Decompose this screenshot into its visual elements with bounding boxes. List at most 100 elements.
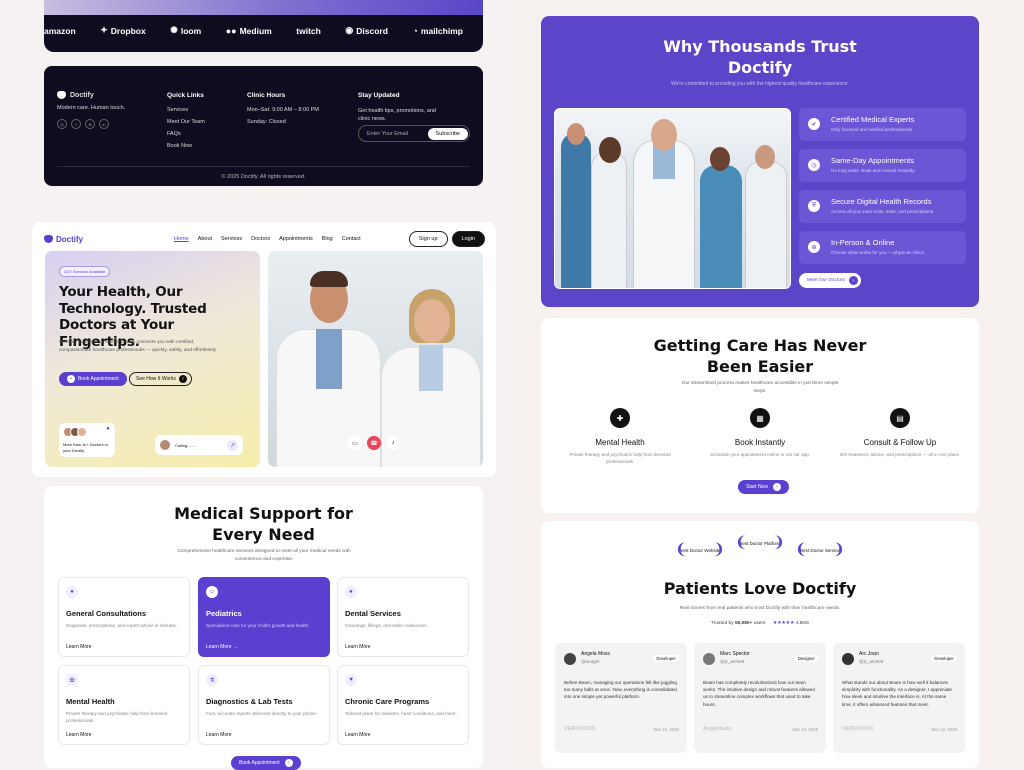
service-card-diagnostics[interactable]: ⚗ Diagnostics & Lab Tests Fast, accurate… (198, 665, 330, 745)
calling-card: Calling........ ↗ (155, 435, 243, 455)
user-icon: ● (66, 586, 78, 598)
arrow-right-icon: › (848, 276, 858, 285)
book-appointment-button[interactable]: ▪ Book Appointment (59, 372, 127, 386)
medical-support-subtitle: Comprehensive healthcare services design… (177, 549, 351, 562)
learn-more-link[interactable]: Learn More (206, 732, 232, 738)
shield-check-icon: ✔ (808, 118, 820, 130)
quick-links-title: Quick Links (167, 92, 204, 99)
caller-avatar (160, 440, 170, 450)
company-logo: Angelitude (703, 726, 732, 732)
learn-more-link[interactable]: Learn More (345, 732, 371, 738)
rating-value: 4.86/5 (795, 621, 809, 626)
twitch-logo: twitch (296, 25, 321, 36)
footer-link-services[interactable]: Services (167, 107, 205, 113)
subscribe-button[interactable]: Subscribe (427, 127, 468, 140)
role-badge: Designer (794, 655, 818, 662)
avatar (842, 653, 854, 665)
stay-updated-title: Stay Updated (358, 92, 400, 99)
learn-more-link[interactable]: Learn More (345, 644, 371, 650)
review-card: Marc Spector @jz_arche9 Designer Beam ha… (694, 643, 826, 753)
learn-more-link[interactable]: Learn More → (206, 644, 238, 650)
rating-stars-icon: ★★★★★ (772, 621, 795, 626)
medical-support-section: Medical Support for Every Need Comprehen… (44, 486, 483, 770)
gradient-band (44, 0, 483, 15)
getting-care-section: Getting Care Has Never Been Easier Our s… (541, 318, 979, 513)
nav-doctors[interactable]: Doctors (251, 236, 270, 242)
heart-pulse-icon: ♥ (345, 674, 357, 686)
brand-logo[interactable]: Doctify (44, 235, 83, 244)
video-camera-icon[interactable]: ▭ (348, 436, 362, 450)
footer-tagline: Modern care. Human touch. (57, 105, 126, 111)
how-it-works-button[interactable]: See How It Works › (129, 372, 192, 386)
globe-icon: ⊕ (808, 241, 820, 253)
clock-icon: ◷ (808, 159, 820, 171)
heart-logo-icon (57, 91, 66, 99)
service-card-general[interactable]: ● General Consultations Diagnosis, presc… (58, 577, 190, 657)
dropbox-logo: ✦ Dropbox (100, 25, 146, 36)
email-input[interactable]: Enter Your Email (367, 131, 408, 137)
footer-brand: Doctify (57, 91, 125, 99)
arrow-right-icon: › (772, 483, 781, 491)
trust-title: Why Thousands Trust Doctify (663, 37, 857, 77)
arrow-up-right-icon[interactable]: ↗ (227, 439, 238, 451)
service-card-pediatrics[interactable]: ☺ Pediatrics Specialized care for your c… (198, 577, 330, 657)
tooth-icon: ♠ (345, 586, 357, 598)
getting-care-subtitle: Our streamlined process makes healthcare… (681, 381, 839, 394)
clinic-hours-title: Clinic Hours (247, 92, 286, 99)
nav-about[interactable]: About (198, 236, 212, 242)
linkedin-icon[interactable]: in (99, 119, 109, 129)
feature-same-day: ◷ Same-Day Appointments No long waits. B… (799, 149, 966, 182)
learn-more-link[interactable]: Learn More (66, 732, 92, 738)
footer-link-faqs[interactable]: FAQs (167, 131, 205, 137)
feature-in-person-online: ⊕ In-Person & Online Choose what works f… (799, 231, 966, 264)
step-book-instantly: ▦ Book Instantly Schedule your appointme… (695, 408, 825, 458)
login-button[interactable]: Login (451, 231, 485, 247)
user-count: 58,980+ (734, 621, 753, 626)
footer-link-team[interactable]: Meet Our Team (167, 119, 205, 125)
hospital-icon: ✚ (610, 408, 630, 428)
hero-card: Doctify Home About Services Doctors Appo… (32, 222, 496, 477)
footer: Doctify Modern care. Human touch. ◎ f ⊕ … (44, 66, 483, 186)
male-doctor-figure (276, 267, 381, 467)
service-card-mental-health[interactable]: ✿ Mental Health Private therapy and psyc… (58, 665, 190, 745)
footer-link-book[interactable]: Book Now (167, 143, 205, 149)
end-call-icon[interactable]: ☎ (367, 436, 381, 450)
award-best-website: Best Doctor Website (675, 547, 725, 555)
trust-section: Why Thousands Trust Doctify We're commit… (541, 16, 979, 307)
dribbble-icon[interactable]: ⊕ (85, 119, 95, 129)
hero-left: 24/7 Services Availalbe Your Health, Our… (45, 251, 260, 467)
feature-secure-records: ⛨ Secure Digital Health Records Access a… (799, 190, 966, 223)
discord-logo: ◉ Discord (345, 25, 388, 36)
meet-our-doctors-button[interactable]: Meet Our Doctors › (799, 273, 861, 288)
signup-button[interactable]: Sign up (408, 231, 448, 247)
nav-contact[interactable]: Contact (342, 236, 361, 242)
hours-weekdays: Mon–Sat: 9:00 AM – 8:00 PM (247, 107, 319, 113)
medical-support-title: Medical Support for Every Need (174, 504, 353, 544)
stay-updated-text: Get health tips, promotions, and clinic … (358, 108, 436, 122)
email-subscribe-field[interactable]: Enter Your Email Subscribe (358, 125, 470, 142)
trusted-by-line: Trusted by 58,980+ users ★★★★★ 4.86/5 (711, 621, 809, 626)
copyright: © 2025 Doctify. All rights reserved. (221, 174, 306, 180)
nav-blog[interactable]: Blog (322, 236, 333, 242)
avatar (703, 653, 715, 665)
flask-icon: ⚗ (206, 674, 218, 686)
instagram-icon[interactable]: ◎ (57, 119, 67, 129)
nav-services[interactable]: Services (221, 236, 242, 242)
medium-logo: ●● Medium (225, 25, 272, 36)
nav-appointments[interactable]: Appointments (279, 236, 313, 242)
brain-icon: ✿ (66, 674, 78, 686)
medical-team-photo (554, 108, 791, 289)
nav-home[interactable]: Home (174, 236, 189, 242)
service-card-dental[interactable]: ♠ Dental Services Cleanings, fillings, a… (337, 577, 469, 657)
learn-more-link[interactable]: Learn More (66, 644, 92, 650)
step-mental-health: ✚ Mental Health Private therapy and psyc… (555, 408, 685, 465)
microphone-icon[interactable]: ♪ (386, 436, 400, 450)
navbar: Doctify Home About Services Doctors Appo… (44, 231, 485, 247)
feature-certified-experts: ✔ Certified Medical Experts Only license… (799, 108, 966, 141)
start-now-button[interactable]: Start Now › (738, 480, 789, 494)
facebook-icon[interactable]: f (71, 119, 81, 129)
award-best-service: Best Doctor Service (795, 547, 845, 555)
user-icon: ● (101, 423, 115, 435)
social-links: ◎ f ⊕ in (57, 119, 125, 129)
service-card-chronic-care[interactable]: ♥ Chronic Care Programs Tailored plans f… (337, 665, 469, 745)
